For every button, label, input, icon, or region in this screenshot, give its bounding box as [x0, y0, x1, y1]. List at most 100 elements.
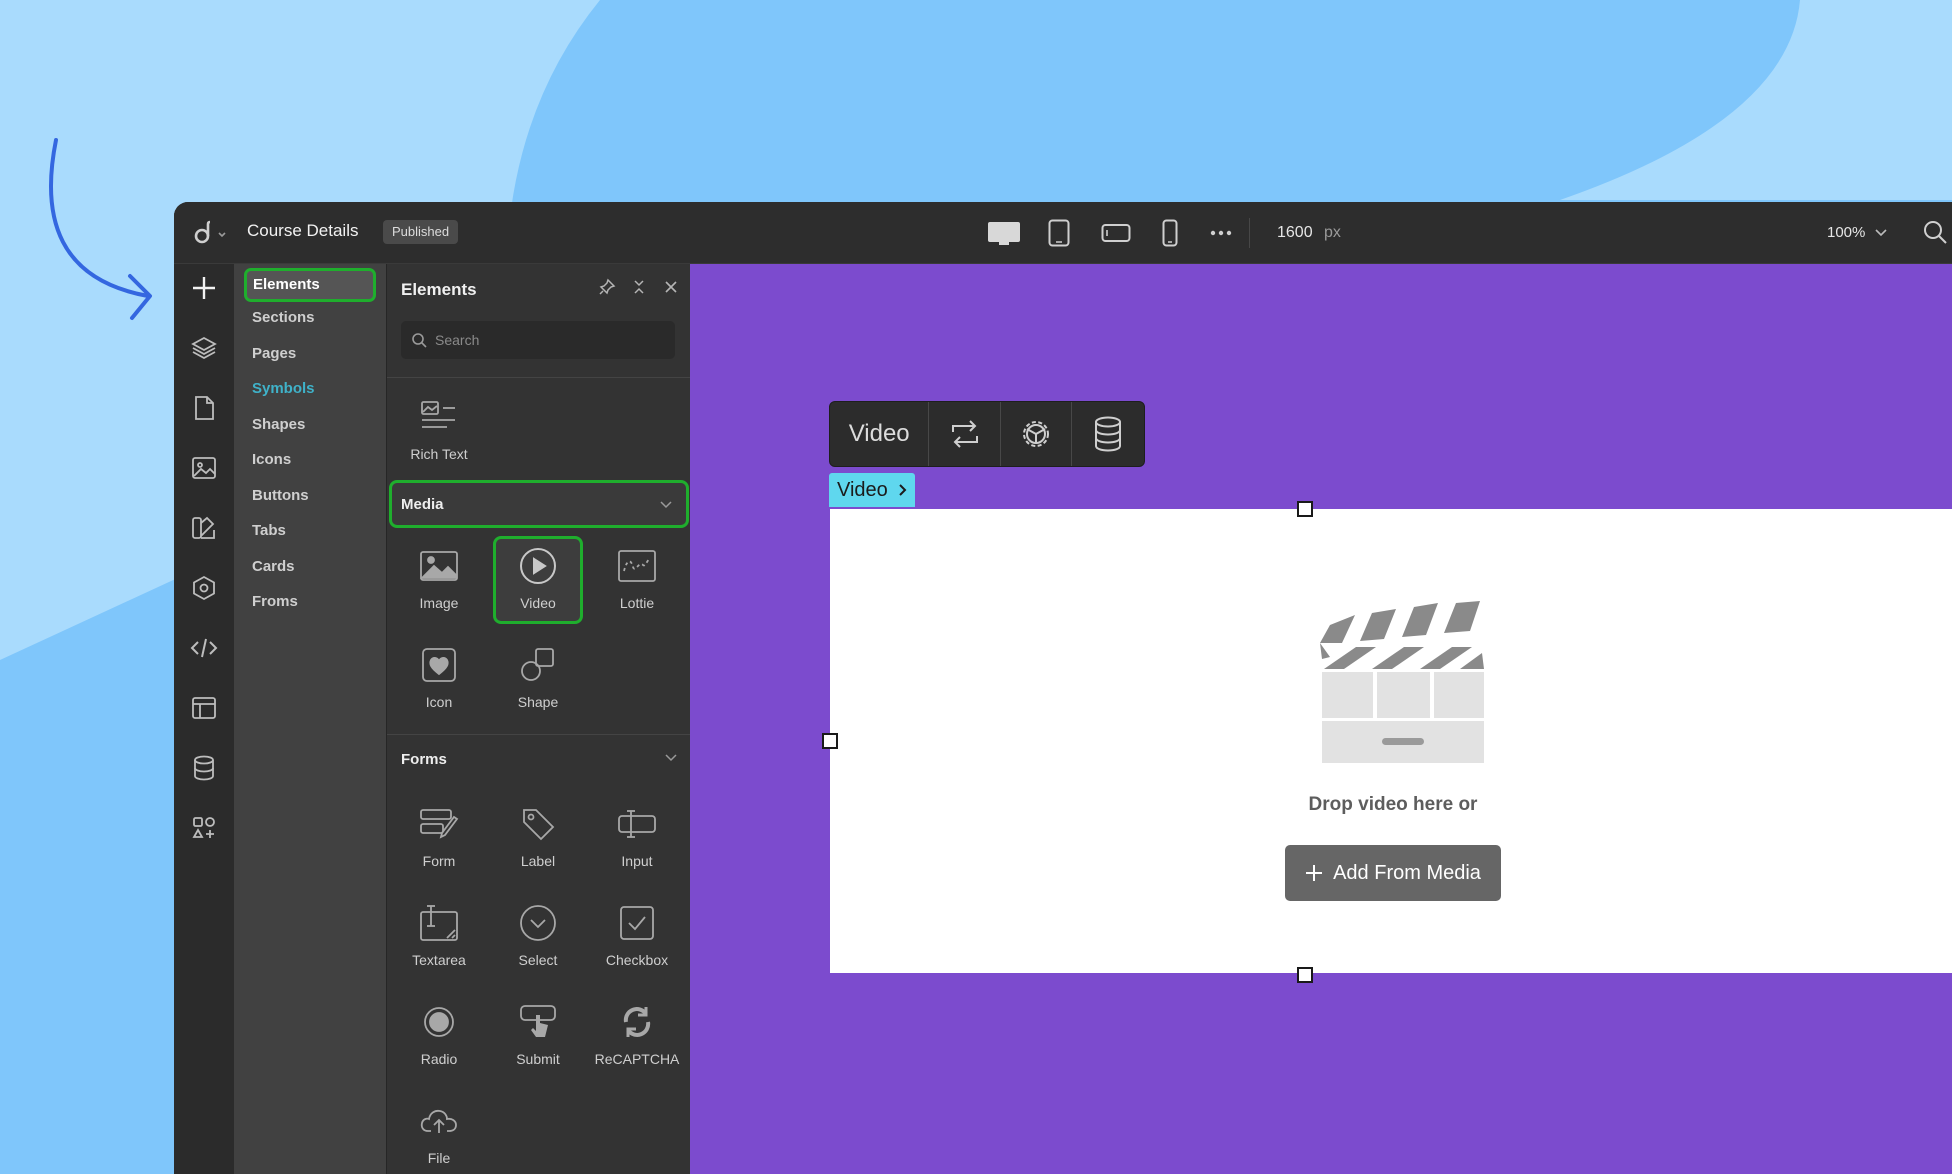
element-label: Submit [516, 1051, 560, 1067]
media-library-icon[interactable] [188, 452, 220, 484]
element-breadcrumb[interactable]: Video [829, 473, 915, 507]
resize-handle-bottom[interactable] [1297, 967, 1313, 983]
resize-handle-top[interactable] [1297, 501, 1313, 517]
elements-search[interactable] [401, 321, 675, 359]
section-title: Media [401, 496, 444, 513]
element-shape[interactable]: Shape [493, 635, 583, 723]
video-element[interactable]: Drop video here or Add From Media [830, 509, 1952, 973]
element-label: Textarea [412, 952, 466, 968]
database-icon[interactable] [1072, 402, 1144, 466]
search-icon[interactable] [1922, 219, 1948, 250]
templates-icon[interactable] [188, 692, 220, 724]
close-icon[interactable] [662, 278, 680, 296]
components-icon[interactable] [188, 572, 220, 604]
pointer-arrow-icon [49, 138, 152, 320]
search-icon [412, 333, 427, 348]
category-shapes[interactable]: Shapes [244, 408, 376, 442]
swap-icon[interactable] [929, 402, 1001, 466]
database-icon[interactable] [188, 752, 220, 784]
search-input[interactable] [435, 332, 655, 348]
element-label: Lottie [619, 595, 655, 611]
element-label: File [427, 1150, 451, 1166]
elements-panel: Elements Rich Text Media Image [386, 264, 691, 1174]
device-tablet-landscape-icon[interactable] [1100, 219, 1132, 247]
element-lottie[interactable]: Lottie [592, 536, 682, 624]
element-file[interactable]: File [394, 1091, 484, 1174]
lottie-icon [615, 544, 659, 588]
tag-icon [516, 802, 560, 846]
element-video[interactable]: Video [493, 536, 583, 624]
category-elements[interactable]: Elements [244, 268, 376, 302]
add-from-media-button[interactable]: Add From Media [1285, 845, 1501, 901]
pin-icon[interactable] [598, 278, 616, 296]
select-icon [516, 901, 560, 945]
settings-gear-icon[interactable] [1001, 402, 1073, 466]
element-recaptcha[interactable]: ReCAPTCHA [592, 992, 682, 1080]
upload-cloud-icon [417, 1099, 461, 1143]
apps-icon[interactable] [188, 812, 220, 844]
more-options-icon[interactable] [1208, 219, 1234, 247]
divider [1249, 218, 1250, 248]
element-label: Form [422, 853, 456, 869]
heart-icon [417, 643, 461, 687]
canvas-width-unit: px [1324, 224, 1341, 241]
chevron-right-icon [899, 484, 907, 496]
layers-icon[interactable] [188, 332, 220, 364]
element-image[interactable]: Image [394, 536, 484, 624]
category-buttons[interactable]: Buttons [244, 479, 376, 513]
recaptcha-icon [615, 1000, 659, 1044]
category-tabs[interactable]: Tabs [244, 514, 376, 548]
category-symbols[interactable]: Symbols [244, 372, 376, 406]
resize-handle-left[interactable] [822, 733, 838, 749]
element-select[interactable]: Select [493, 893, 583, 981]
category-pages[interactable]: Pages [244, 337, 376, 371]
section-forms[interactable]: Forms [387, 736, 691, 784]
divider [387, 377, 691, 378]
element-label: Radio [420, 1051, 458, 1067]
category-sections[interactable]: Sections [244, 301, 376, 335]
category-list: Elements Sections Pages Symbols Shapes I… [234, 264, 386, 1174]
element-checkbox[interactable]: Checkbox [592, 893, 682, 981]
app-logo-icon[interactable] [192, 220, 232, 246]
element-label-field[interactable]: Label [493, 794, 583, 882]
device-mobile-icon[interactable] [1160, 219, 1180, 247]
element-label: Label [520, 853, 556, 869]
design-canvas[interactable]: Video Video Drop video here or Add From … [690, 264, 1952, 1174]
element-submit[interactable]: Submit [493, 992, 583, 1080]
element-label: Input [621, 853, 653, 869]
status-badge: Published [383, 220, 459, 244]
styles-icon[interactable] [188, 512, 220, 544]
device-tablet-icon[interactable] [1046, 219, 1072, 247]
element-label: ReCAPTCHA [594, 1051, 680, 1067]
pages-icon[interactable] [188, 392, 220, 424]
category-cards[interactable]: Cards [244, 550, 376, 584]
add-from-media-label: Add From Media [1333, 861, 1481, 884]
element-rich-text[interactable]: Rich Text [394, 387, 484, 475]
context-element-name[interactable]: Video [830, 402, 930, 466]
element-textarea[interactable]: Textarea [394, 893, 484, 981]
image-icon [417, 544, 461, 588]
zoom-value: 100% [1827, 224, 1866, 241]
element-radio[interactable]: Radio [394, 992, 484, 1080]
panel-tools [598, 278, 680, 296]
element-input[interactable]: Input [592, 794, 682, 882]
add-element-icon[interactable] [188, 272, 220, 304]
document-title: Course Details [247, 221, 359, 240]
clapperboard-icon [1320, 601, 1484, 763]
section-media[interactable]: Media [389, 480, 689, 528]
device-desktop-icon[interactable] [986, 219, 1022, 247]
collapse-icon[interactable] [630, 278, 648, 296]
code-icon[interactable] [188, 632, 220, 664]
element-icon[interactable]: Icon [394, 635, 484, 723]
zoom-dropdown[interactable]: 100% [1827, 224, 1887, 241]
video-play-icon [516, 544, 560, 588]
category-froms[interactable]: Froms [244, 585, 376, 619]
category-icons[interactable]: Icons [244, 443, 376, 477]
checkbox-icon [615, 901, 659, 945]
element-label: Rich Text [410, 446, 468, 462]
plus-icon [1306, 865, 1323, 881]
shape-icon [516, 643, 560, 687]
element-form[interactable]: Form [394, 794, 484, 882]
chevron-down-icon [665, 754, 677, 762]
canvas-width-value[interactable]: 1600 [1277, 224, 1313, 242]
